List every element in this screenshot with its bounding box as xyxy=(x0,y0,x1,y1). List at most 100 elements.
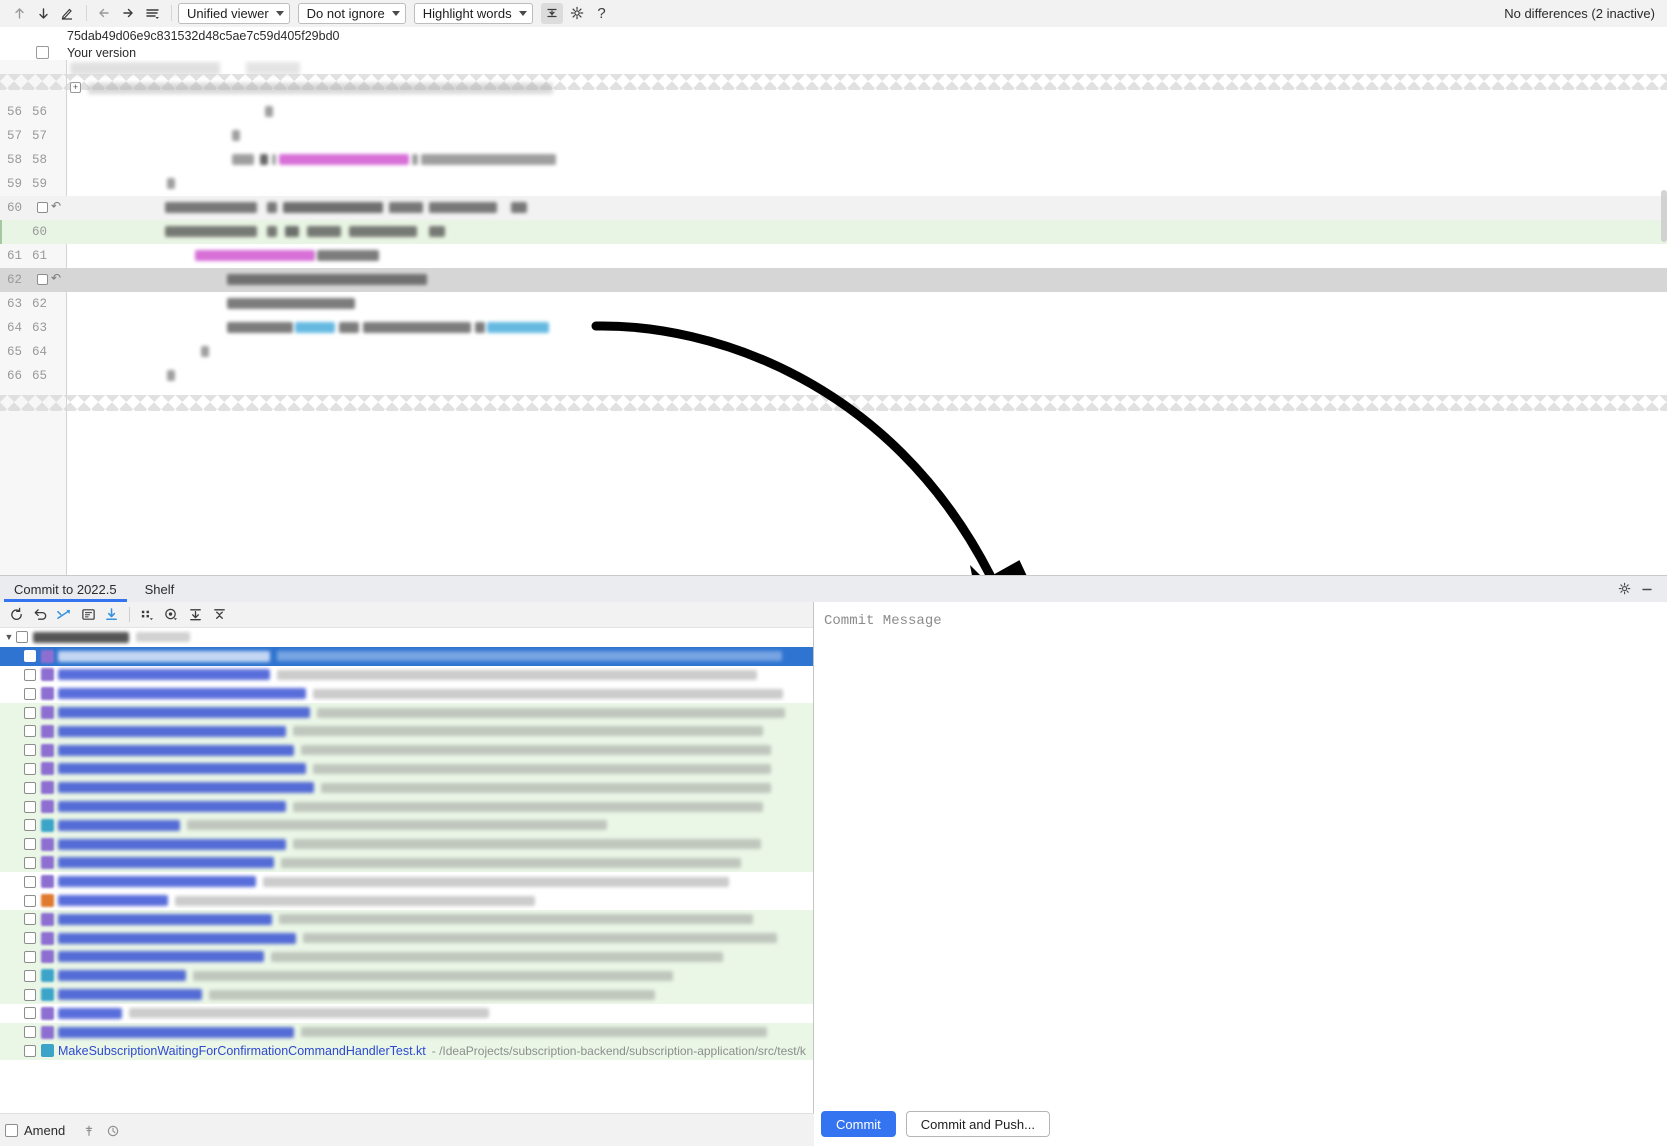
commit-message-input[interactable]: Commit Message xyxy=(814,602,1667,1101)
file-checkbox[interactable] xyxy=(24,781,36,794)
your-version-checkbox[interactable] xyxy=(36,46,49,59)
file-row[interactable] xyxy=(0,928,813,948)
file-checkbox[interactable] xyxy=(24,1044,36,1057)
file-checkbox[interactable] xyxy=(24,969,36,982)
file-row[interactable] xyxy=(0,985,813,1004)
file-checkbox[interactable] xyxy=(24,819,36,832)
file-row[interactable] xyxy=(0,721,813,741)
rollback-icon[interactable] xyxy=(28,604,52,626)
revert-change-icon[interactable]: ↶ xyxy=(51,200,64,213)
file-row[interactable] xyxy=(0,909,813,929)
refresh-changes-icon[interactable] xyxy=(4,604,28,626)
file-checkbox[interactable] xyxy=(24,988,36,1001)
highlight-mode-dropdown[interactable]: Highlight words xyxy=(413,2,533,24)
diff-row[interactable]: 56 56 xyxy=(0,100,1667,124)
file-checkbox[interactable] xyxy=(24,1026,36,1039)
file-row[interactable] xyxy=(0,891,813,910)
collapse-unchanged-fragments-icon[interactable] xyxy=(540,2,563,24)
tab-commit-to-branch[interactable]: Commit to 2022.5 xyxy=(0,576,131,602)
file-checkbox[interactable] xyxy=(24,950,36,963)
file-row[interactable] xyxy=(0,966,813,986)
diff-row[interactable]: 59 59 xyxy=(0,172,1667,196)
show-diff-icon[interactable] xyxy=(52,604,76,626)
diff-row[interactable]: 60 xyxy=(0,220,1667,244)
file-checkbox[interactable] xyxy=(24,668,36,681)
file-row[interactable] xyxy=(0,947,813,967)
file-row[interactable] xyxy=(0,853,813,873)
file-checkbox[interactable] xyxy=(24,1007,36,1020)
file-row[interactable] xyxy=(0,684,813,703)
move-to-another-changelist-icon[interactable] xyxy=(100,604,124,626)
ignore-mode-dropdown[interactable]: Do not ignore xyxy=(297,2,406,24)
file-row[interactable] xyxy=(0,872,813,891)
diff-viewer[interactable]: + 56 56 57 57 58 58 59 59 60 ↶ 60 61 61 62 ↶ 63 62 64 63 65… xyxy=(0,60,1667,575)
changelist-node[interactable]: ▼ xyxy=(0,628,813,647)
file-row[interactable] xyxy=(0,646,813,666)
next-file-icon[interactable] xyxy=(117,2,139,24)
file-checkbox[interactable] xyxy=(24,650,36,663)
minimize-tool-window-icon[interactable] xyxy=(1637,579,1657,599)
file-row[interactable] xyxy=(0,759,813,779)
file-checkbox[interactable] xyxy=(24,932,36,945)
accept-change-checkbox[interactable] xyxy=(37,274,48,285)
commit-options-icon[interactable] xyxy=(77,1120,101,1142)
file-row[interactable] xyxy=(0,703,813,722)
file-checkbox[interactable] xyxy=(24,706,36,719)
file-checkbox[interactable] xyxy=(24,744,36,757)
file-row-last[interactable]: MakeSubscriptionWaitingForConfirmationCo… xyxy=(0,1041,813,1061)
file-checkbox[interactable] xyxy=(24,875,36,888)
file-checkbox[interactable] xyxy=(24,838,36,851)
help-icon[interactable]: ? xyxy=(591,2,613,24)
collapsed-fragment-separator-bottom[interactable] xyxy=(0,395,1667,411)
diff-row[interactable]: 64 63 xyxy=(0,316,1667,340)
annotate-icon[interactable] xyxy=(56,2,78,24)
diff-row[interactable]: 65 64 xyxy=(0,340,1667,364)
commit-and-push-button[interactable]: Commit and Push... xyxy=(905,1111,1050,1137)
file-checkbox[interactable] xyxy=(24,856,36,869)
commit-button[interactable]: Commit xyxy=(821,1111,896,1137)
changes-tree[interactable]: ▼ MakeSubscriptionWaitingForConfirmation… xyxy=(0,628,813,1113)
changelist-checkbox[interactable] xyxy=(16,631,28,644)
next-difference-icon[interactable] xyxy=(32,2,54,24)
group-by-icon[interactable] xyxy=(135,604,159,626)
file-checkbox[interactable] xyxy=(24,913,36,926)
file-row[interactable] xyxy=(0,815,813,835)
preview-diff-icon[interactable] xyxy=(159,604,183,626)
file-row[interactable] xyxy=(0,740,813,760)
previous-file-icon[interactable] xyxy=(93,2,115,24)
expand-fragment-icon[interactable]: + xyxy=(70,82,81,93)
file-row[interactable] xyxy=(0,797,813,816)
amend-checkbox[interactable] xyxy=(5,1124,18,1137)
diff-row[interactable]: 62 ↶ xyxy=(0,268,1667,292)
diff-row[interactable]: 60 ↶ xyxy=(0,196,1667,220)
viewer-mode-dropdown[interactable]: Unified viewer xyxy=(178,2,290,24)
diff-row[interactable]: 61 61 xyxy=(0,244,1667,268)
file-row[interactable] xyxy=(0,1022,813,1042)
tab-shelf[interactable]: Shelf xyxy=(131,576,189,602)
file-checkbox[interactable] xyxy=(24,725,36,738)
file-row[interactable] xyxy=(0,666,813,685)
gear-icon[interactable] xyxy=(567,2,589,24)
file-checkbox[interactable] xyxy=(24,687,36,700)
file-checkbox[interactable] xyxy=(24,894,36,907)
file-row[interactable] xyxy=(0,834,813,854)
diff-row[interactable]: 58 58 xyxy=(0,148,1667,172)
file-row[interactable] xyxy=(0,1004,813,1023)
edit-source-icon[interactable] xyxy=(76,604,100,626)
previous-difference-icon[interactable] xyxy=(8,2,30,24)
tool-window-settings-icon[interactable] xyxy=(1615,579,1635,599)
accept-change-checkbox[interactable] xyxy=(37,202,48,213)
file-checkbox[interactable] xyxy=(24,800,36,813)
chevron-down-icon[interactable]: ▼ xyxy=(2,630,16,644)
file-row[interactable] xyxy=(0,778,813,798)
diff-options-menu-icon[interactable] xyxy=(141,2,163,24)
commit-history-icon[interactable] xyxy=(101,1120,125,1142)
revert-change-icon[interactable]: ↶ xyxy=(51,272,64,285)
collapse-all-icon[interactable] xyxy=(207,604,231,626)
file-checkbox[interactable] xyxy=(24,762,36,775)
diff-row[interactable]: 63 62 xyxy=(0,292,1667,316)
diff-row[interactable]: 57 57 xyxy=(0,124,1667,148)
expand-all-icon[interactable] xyxy=(183,604,207,626)
diff-scrollbar[interactable] xyxy=(1661,190,1667,242)
diff-row[interactable]: 66 65 xyxy=(0,364,1667,388)
